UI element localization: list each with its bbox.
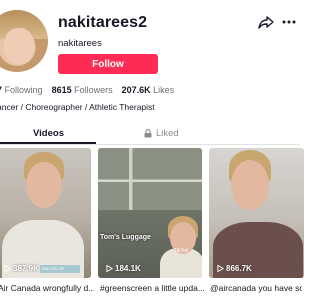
more-horizontal-icon[interactable]	[281, 14, 297, 30]
person-head	[231, 160, 269, 210]
person-head	[26, 162, 62, 208]
profile-username: nakitarees2	[58, 14, 148, 31]
play-icon	[106, 265, 113, 272]
share-arrow-icon[interactable]	[258, 14, 274, 30]
map-background	[98, 148, 202, 210]
video-caption[interactable]: Air Canada wrongfully d...	[0, 283, 94, 293]
profile-bio: ancer / Choreographer / Athletic Therapi…	[0, 102, 155, 112]
video-caption[interactable]: @aircanada you have som...	[210, 283, 302, 293]
profile-stats: 7 Following 8615 Followers 207.6K Likes	[0, 85, 174, 95]
video-views: 866.7K	[217, 264, 252, 273]
tab-videos[interactable]: Videos	[33, 128, 64, 139]
lock-icon	[144, 129, 152, 138]
tab-liked[interactable]: Liked	[144, 128, 179, 139]
stat-followers[interactable]: 8615 Followers	[52, 85, 113, 95]
video-views: 387.9K	[4, 264, 39, 273]
profile-nickname: nakitarees	[58, 38, 102, 49]
video-views-count: 866.7K	[226, 264, 252, 273]
video-overlay-text: WATION OF	[40, 265, 80, 273]
video-thumbnail[interactable]: Tom's Luggage TikTok 184.1K	[98, 148, 202, 278]
profile-tabs: Videos Liked	[0, 124, 300, 145]
tiktok-watermark: TikTok	[174, 248, 189, 254]
video-views-count: 184.1K	[115, 264, 141, 273]
avatar-face	[4, 28, 34, 64]
stat-likes: 207.6K Likes	[122, 85, 175, 95]
video-thumbnail[interactable]: WATION OF 387.9K	[0, 148, 91, 278]
stat-followers-value: 8615	[51, 85, 72, 95]
profile-avatar[interactable]	[0, 10, 48, 72]
tabs-divider	[0, 144, 300, 145]
stat-following-value: 7	[0, 85, 2, 95]
follow-button[interactable]: Follow	[58, 54, 158, 74]
video-thumbnail[interactable]: 866.7K	[209, 148, 304, 278]
tab-liked-label: Liked	[156, 128, 179, 139]
stat-following[interactable]: 7 Following	[0, 85, 43, 95]
video-views: 184.1K	[106, 264, 141, 273]
video-overlay-title: Tom's Luggage	[100, 234, 151, 241]
play-icon	[217, 265, 224, 272]
video-views-count: 387.9K	[13, 264, 39, 273]
stat-following-label: Following	[4, 85, 43, 95]
play-icon	[4, 265, 11, 272]
stat-likes-label: Likes	[153, 85, 175, 95]
stat-likes-value: 207.6K	[121, 85, 151, 95]
stat-followers-label: Followers	[74, 85, 113, 95]
video-caption[interactable]: #greenscreen a little upda...	[100, 283, 204, 293]
